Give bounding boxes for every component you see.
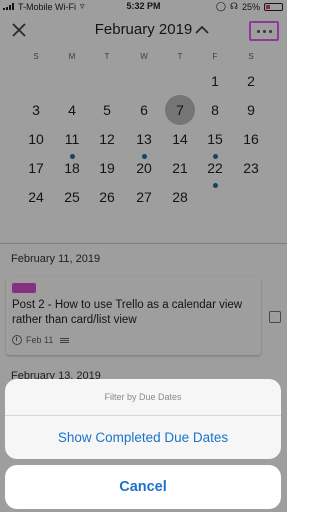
cancel-button[interactable]: Cancel bbox=[5, 465, 281, 509]
show-completed-due-dates-option[interactable]: Show Completed Due Dates bbox=[5, 416, 281, 459]
action-sheet: Filter by Due Dates Show Completed Due D… bbox=[5, 379, 281, 459]
action-sheet-title: Filter by Due Dates bbox=[5, 379, 281, 416]
